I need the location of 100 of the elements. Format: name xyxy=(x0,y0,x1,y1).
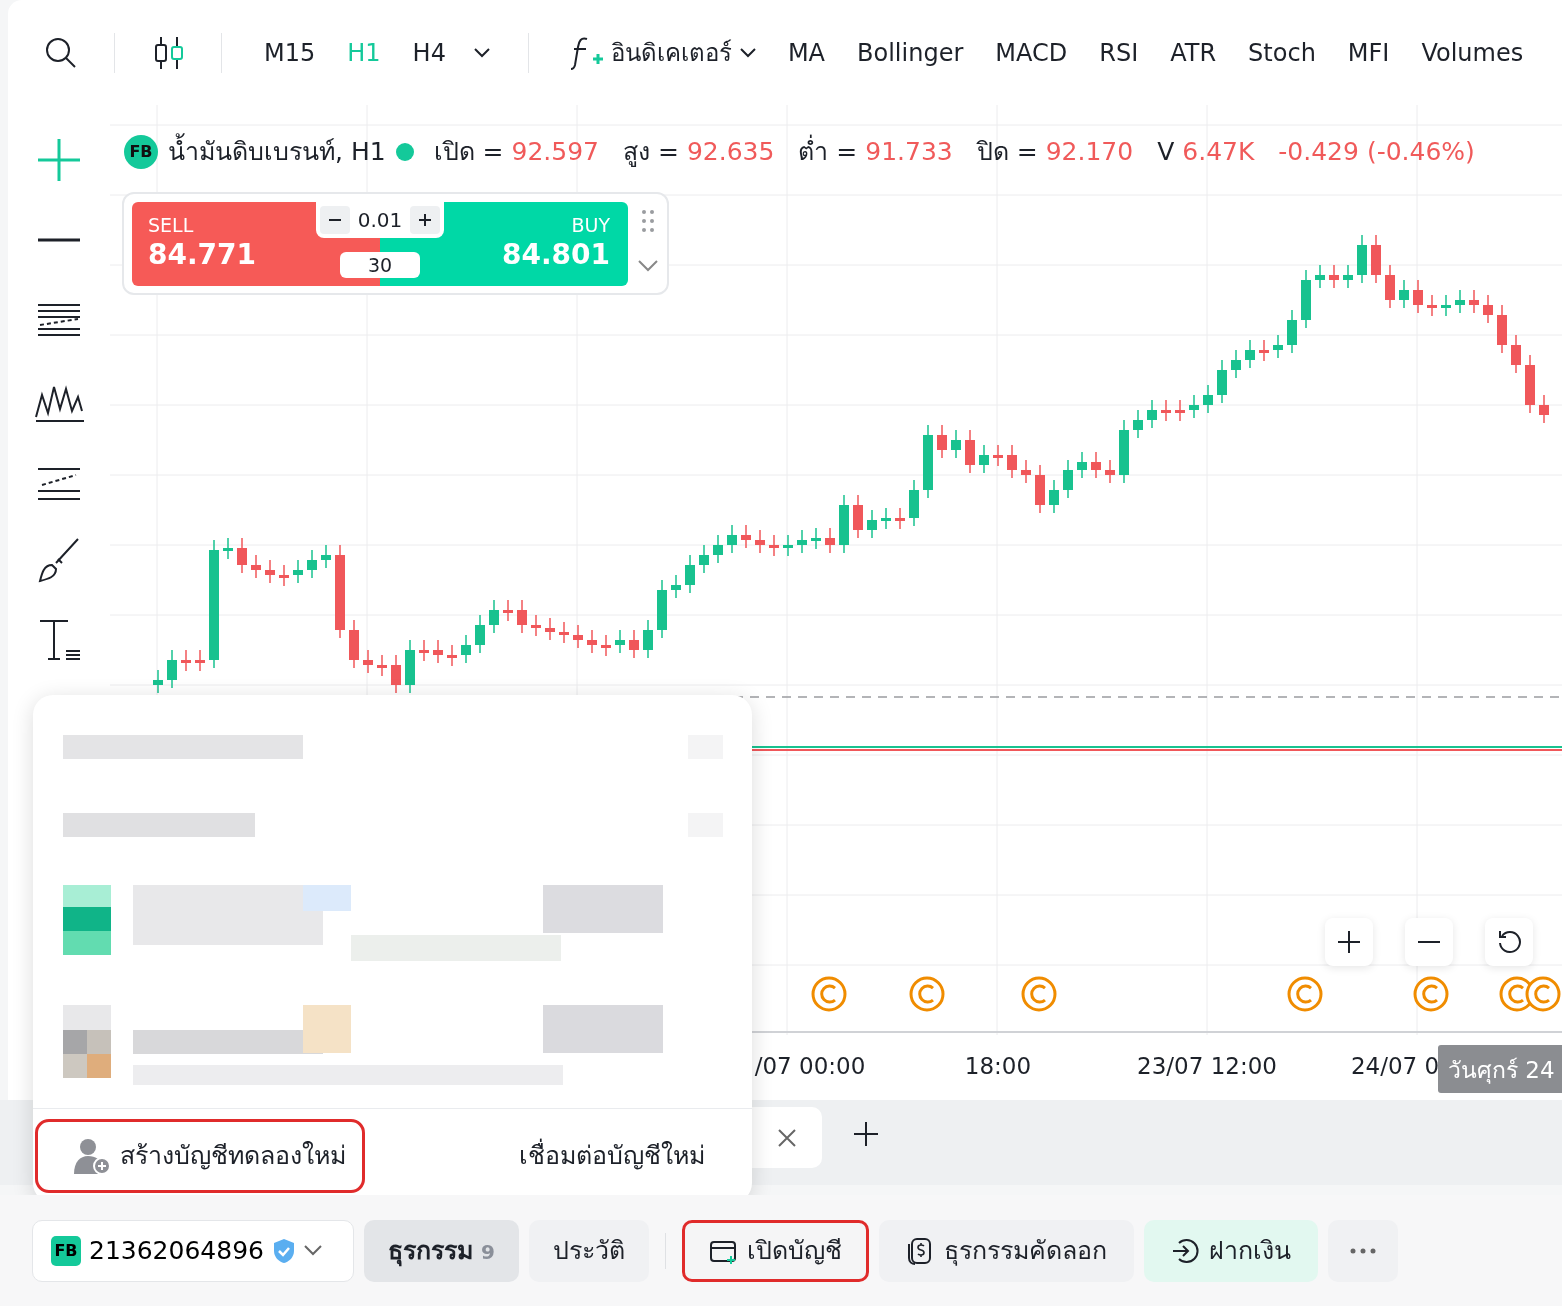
candle xyxy=(797,529,807,554)
ohlc-value: 92.597 xyxy=(511,136,599,168)
candle xyxy=(1007,444,1017,479)
account-selector[interactable]: FB 21362064896 xyxy=(32,1219,354,1282)
spread-value: 30 xyxy=(340,252,420,278)
candle xyxy=(279,564,289,587)
candle xyxy=(825,527,835,554)
candle xyxy=(1049,479,1059,514)
indicator-button[interactable]: Bollinger xyxy=(841,34,980,71)
menu-action[interactable]: สร้างบัญชีทดลองใหม่ xyxy=(35,1119,365,1193)
crosshair-date-label: วันศุกร์ 24 xyxy=(1438,1045,1562,1093)
candle xyxy=(629,629,639,659)
candle xyxy=(587,629,597,654)
candle xyxy=(1217,359,1227,404)
axis-label: 23/07 12:00 xyxy=(1137,1052,1277,1081)
candle xyxy=(685,554,695,594)
candle xyxy=(1469,289,1479,314)
candle xyxy=(461,634,471,664)
candle xyxy=(377,654,387,677)
indicator-button[interactable]: MA xyxy=(771,34,842,71)
reset-icon xyxy=(1496,929,1522,955)
candle xyxy=(601,634,611,657)
candle xyxy=(321,544,331,569)
reset-button[interactable] xyxy=(1485,918,1533,966)
candle xyxy=(853,494,863,539)
zoom-in-button[interactable] xyxy=(1325,918,1373,966)
drag-handle-icon[interactable] xyxy=(642,210,654,232)
candle xyxy=(419,639,429,662)
plus-icon[interactable] xyxy=(418,213,432,227)
candle xyxy=(1525,354,1535,414)
event-marker-icon[interactable] xyxy=(811,976,847,1012)
candle xyxy=(265,559,275,584)
candle xyxy=(1273,334,1283,359)
candle xyxy=(1399,279,1409,309)
candle xyxy=(1203,384,1213,414)
indicator-button[interactable]: Stoch xyxy=(1232,34,1332,71)
event-marker-icon[interactable] xyxy=(1287,976,1323,1012)
bottom-tab[interactable]: ประวัติ xyxy=(528,1219,649,1282)
ohlc-value: 6.47K xyxy=(1182,136,1255,168)
event-marker-icon[interactable] xyxy=(909,976,945,1012)
event-markers-icon[interactable] xyxy=(1499,976,1561,1012)
timeframe-tab[interactable]: M15 xyxy=(248,34,332,71)
axis-label: /07 00:00 xyxy=(754,1052,866,1081)
bottom-tab[interactable]: ธุรกรรม 9 xyxy=(364,1219,519,1282)
search-icon[interactable] xyxy=(44,35,78,70)
action-button[interactable]: ธุรกรรมคัดลอก xyxy=(878,1219,1134,1282)
candle xyxy=(391,654,401,694)
candle xyxy=(951,429,961,459)
candle xyxy=(1035,464,1045,514)
candle xyxy=(1301,269,1311,329)
chevron-icon xyxy=(303,1244,322,1257)
candle xyxy=(615,629,625,654)
lot-stepper[interactable]: 0.01 xyxy=(316,202,444,238)
indicator-button[interactable]: ATR xyxy=(1154,34,1233,71)
candle xyxy=(965,429,975,474)
chevron-icon[interactable] xyxy=(739,47,756,58)
candle xyxy=(545,617,555,641)
candle xyxy=(1231,349,1241,379)
menu-action[interactable]: เชื่อมต่อบัญชีใหม่ xyxy=(500,1120,724,1192)
ohlc-label: V xyxy=(1157,136,1175,168)
candle xyxy=(1511,334,1521,374)
candle xyxy=(349,619,359,669)
candle xyxy=(881,507,891,530)
candle xyxy=(489,599,499,634)
action-button[interactable]: ฝากเงิน xyxy=(1143,1219,1318,1282)
zoom-out-icon xyxy=(1416,940,1442,944)
more-icon[interactable] xyxy=(1349,1247,1376,1254)
candle xyxy=(475,614,485,654)
candle xyxy=(895,507,905,530)
candle xyxy=(783,534,793,557)
candle xyxy=(1105,459,1115,484)
timeframe-tab[interactable]: H4 xyxy=(396,34,462,71)
candle xyxy=(573,624,583,649)
action-button[interactable]: เปิดบัญชี xyxy=(681,1219,869,1282)
indicator-button[interactable]: Volumes xyxy=(1405,34,1540,71)
indicator-button[interactable]: MFI xyxy=(1331,34,1406,71)
ohlc-label: เปิด = xyxy=(433,136,504,168)
candle xyxy=(1091,451,1101,479)
add-tab-button[interactable] xyxy=(852,1120,880,1148)
zoom-in-icon xyxy=(1336,929,1362,955)
candle xyxy=(727,524,737,554)
candle xyxy=(181,649,191,672)
event-marker-icon[interactable] xyxy=(1021,976,1057,1012)
event-marker-icon[interactable] xyxy=(1413,976,1449,1012)
ohlc-label: ปิด = xyxy=(976,136,1038,168)
candle xyxy=(293,559,303,584)
candle xyxy=(517,599,527,634)
candle xyxy=(811,527,821,550)
account-number: 21362064896 xyxy=(89,1234,264,1267)
candle xyxy=(195,649,205,672)
indicator-button[interactable]: MACD xyxy=(979,34,1084,71)
candle xyxy=(643,619,653,659)
candle xyxy=(1119,419,1129,484)
candle xyxy=(1077,451,1087,479)
indicator-button[interactable]: RSI xyxy=(1083,34,1155,71)
candle xyxy=(1315,264,1325,289)
candle xyxy=(769,534,779,557)
candle xyxy=(1175,399,1185,422)
indicators-menu[interactable]: อินดิเคเตอร์ xyxy=(554,34,772,71)
candle xyxy=(1385,264,1395,309)
